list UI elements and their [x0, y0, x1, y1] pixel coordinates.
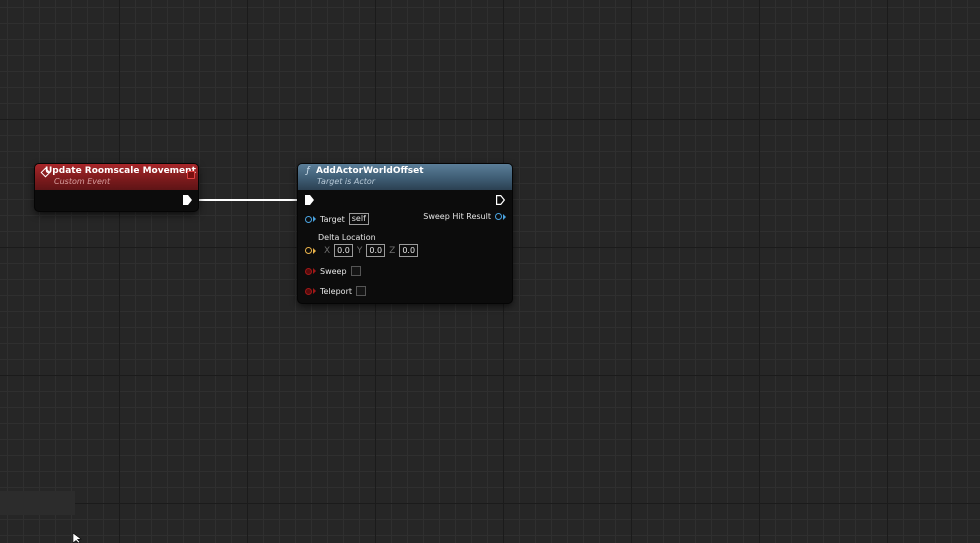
teleport-pin[interactable]	[305, 287, 312, 295]
target-self-value[interactable]: self	[348, 213, 369, 225]
delta-location-pin-row[interactable]: X 0.0 Y 0.0 Z 0.0	[305, 244, 419, 257]
exec-output-pin-then[interactable]	[496, 195, 505, 205]
delta-y-input[interactable]: 0.0	[366, 244, 386, 257]
sweep-pin-row[interactable]: Sweep	[305, 266, 361, 276]
exec-output-icon	[183, 195, 192, 205]
function-node-subtitle: Target is Actor	[317, 177, 376, 186]
sweep-checkbox[interactable]	[350, 266, 361, 276]
teleport-label: Teleport	[320, 286, 352, 296]
teleport-pin-row[interactable]: Teleport	[305, 286, 366, 296]
target-pin-row[interactable]: Target self	[305, 213, 369, 225]
target-label: Target	[320, 214, 345, 224]
exec-input-icon	[305, 195, 314, 205]
teleport-pin-arrow	[313, 288, 316, 294]
blueprint-graph-canvas[interactable]: Update Roomscale Movement Custom Event ƒ…	[0, 0, 980, 543]
custom-event-header[interactable]: Update Roomscale Movement Custom Event	[35, 164, 198, 190]
custom-event-subtitle: Custom Event	[54, 177, 111, 186]
custom-event-title: Update Roomscale Movement	[45, 166, 196, 176]
exec-input-pin[interactable]	[305, 195, 314, 205]
delta-x-input[interactable]: 0.0	[334, 244, 353, 257]
function-node-header[interactable]: ƒ AddActorWorldOffset Target is Actor	[298, 164, 512, 190]
sweep-pin[interactable]	[305, 267, 312, 275]
exec-output-pin[interactable]	[183, 195, 192, 205]
add-actor-world-offset-node[interactable]: ƒ AddActorWorldOffset Target is Actor Ta…	[298, 164, 512, 303]
target-pin[interactable]	[305, 215, 312, 223]
x-axis-label: X	[324, 245, 331, 256]
sweep-hit-result-pin-row[interactable]: Sweep Hit Result	[423, 212, 506, 221]
teleport-checkbox[interactable]	[356, 286, 366, 296]
function-node-title: AddActorWorldOffset	[316, 166, 424, 176]
sweep-hit-result-label: Sweep Hit Result	[423, 212, 491, 221]
delta-location-pin-arrow	[313, 247, 316, 254]
delta-location-label: Delta Location	[318, 233, 376, 242]
bottom-left-panel	[0, 491, 75, 515]
z-axis-label: Z	[389, 245, 396, 256]
sweep-pin-arrow	[313, 268, 316, 274]
delta-location-pin[interactable]	[305, 247, 312, 254]
sweep-hit-result-pin-arrow	[503, 213, 506, 220]
function-f-icon: ƒ	[306, 166, 310, 176]
custom-event-node[interactable]: Update Roomscale Movement Custom Event	[35, 164, 198, 211]
exec-output-outline-icon	[496, 195, 505, 205]
delta-z-input[interactable]: 0.0	[399, 244, 419, 257]
y-axis-label: Y	[356, 245, 363, 256]
sweep-label: Sweep	[320, 266, 347, 276]
delta-location-label-row: Delta Location	[318, 233, 376, 242]
target-pin-arrow	[313, 216, 316, 222]
mouse-pointer-icon	[73, 533, 82, 543]
delegate-output-pin[interactable]	[187, 171, 195, 179]
sweep-hit-result-pin[interactable]	[495, 213, 502, 220]
